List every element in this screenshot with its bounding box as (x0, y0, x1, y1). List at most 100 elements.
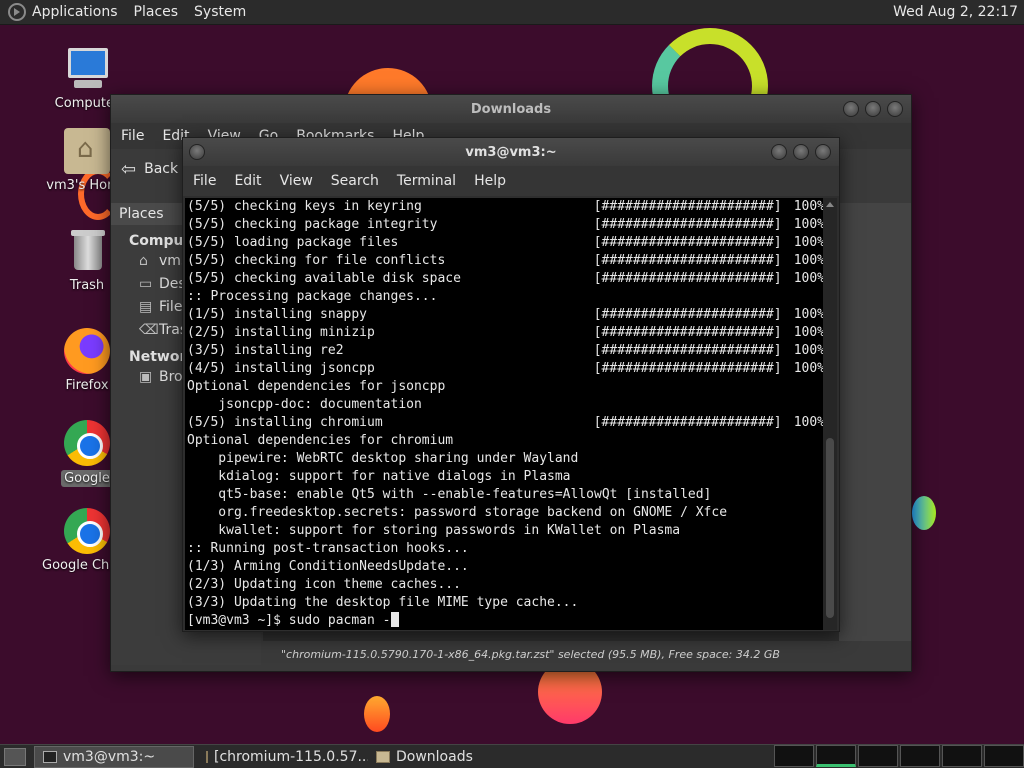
taskbar-item-downloads[interactable]: Downloads (368, 746, 508, 768)
window-title: Downloads (470, 101, 552, 117)
terminal-line-text: (5/5) checking for file conflicts (187, 253, 446, 268)
workspace-3[interactable] (858, 745, 898, 767)
menu-terminal[interactable]: Terminal (397, 173, 456, 189)
workspace-1[interactable] (774, 745, 814, 767)
progress-bar-text: [######################] (593, 325, 782, 340)
progress-bar-text: [######################] (593, 271, 782, 286)
maximize-button[interactable] (793, 144, 809, 160)
terminal-line-text: org.freedesktop.secrets: password storag… (187, 505, 728, 520)
menu-view[interactable]: View (280, 173, 313, 189)
terminal-line: (1/5) installing snappy [################… (187, 306, 825, 324)
workspace-2[interactable] (816, 745, 856, 767)
computer-icon (64, 46, 110, 92)
wallpaper-blue-shape (912, 496, 936, 530)
file-manager-titlebar[interactable]: Downloads (111, 95, 911, 123)
terminal-line-text: kdialog: support for native dialogs in P… (187, 469, 571, 484)
wallpaper-orange-shape-3 (364, 696, 390, 732)
progress-percent: 100% (793, 217, 825, 232)
terminal-line-text: (2/3) Updating icon theme caches... (187, 577, 461, 592)
terminal-line-text: (3/5) installing re2 (187, 343, 344, 358)
terminal-line: (5/5) checking keys in keyring [#########… (187, 198, 825, 216)
minimize-button[interactable] (843, 101, 859, 117)
drive-icon: ▤ (139, 299, 153, 315)
progress-bar-text: [######################] (593, 199, 782, 214)
terminal-line: org.freedesktop.secrets: password storag… (187, 504, 825, 522)
network-icon: ▣ (139, 369, 153, 385)
menu-help[interactable]: Help (474, 173, 506, 189)
terminal-line-text: (5/5) installing chromium (187, 415, 383, 430)
progress-percent: 100% (793, 199, 825, 214)
terminal-line-text: (1/3) Arming ConditionNeedsUpdate... (187, 559, 469, 574)
workspace-switcher (772, 745, 1024, 768)
terminal-line: Optional dependencies for chromium (187, 432, 825, 450)
workspace-6[interactable] (984, 745, 1024, 767)
chrome-icon (64, 508, 110, 554)
terminal-line-text: (2/5) installing minizip (187, 325, 375, 340)
terminal-line: :: Processing package changes... (187, 288, 825, 306)
terminal-line: (2/5) installing minizip [###############… (187, 324, 825, 342)
terminal-scrollbar[interactable] (823, 198, 837, 630)
terminal-line-text: :: Running post-transaction hooks... (187, 541, 469, 556)
terminal-menubar: File Edit View Search Terminal Help (183, 166, 839, 196)
workspace-5[interactable] (942, 745, 982, 767)
terminal-prompt: [vm3@vm3 ~]$ sudo pacman - (187, 613, 391, 628)
progress-bar-text: [######################] (593, 415, 782, 430)
bottom-panel: vm3@vm3:~ [chromium-115.0.57... Download… (0, 744, 1024, 768)
terminal-line: (2/3) Updating icon theme caches... (187, 576, 825, 594)
terminal-line: Optional dependencies for jsoncpp (187, 378, 825, 396)
minimize-button[interactable] (771, 144, 787, 160)
menu-search[interactable]: Search (331, 173, 379, 189)
progress-percent: 100% (793, 307, 825, 322)
terminal-prompt-line[interactable]: [vm3@vm3 ~]$ sudo pacman - (187, 612, 825, 630)
progress-bar-text: [######################] (593, 361, 782, 376)
applications-menu-icon[interactable] (8, 3, 26, 21)
terminal-line: qt5-base: enable Qt5 with --enable-featu… (187, 486, 825, 504)
taskbar-item-label: [chromium-115.0.57... (214, 748, 368, 765)
terminal-line: (5/5) loading package files [############… (187, 234, 825, 252)
progress-percent: 100% (793, 415, 825, 430)
progress-percent: 100% (793, 361, 825, 376)
menu-file[interactable]: File (121, 128, 144, 144)
show-desktop-button[interactable] (4, 747, 26, 766)
terminal-titlebar[interactable]: vm3@vm3:~ (183, 138, 839, 166)
terminal-icon (43, 750, 57, 763)
taskbar-item-label: Downloads (396, 748, 473, 765)
applications-menu[interactable]: Applications (32, 4, 118, 20)
terminal-line: (5/5) installing chromium [##############… (187, 414, 825, 432)
progress-percent: 100% (793, 253, 825, 268)
places-menu[interactable]: Places (134, 4, 179, 20)
terminal-line: (3/3) Updating the desktop file MIME typ… (187, 594, 825, 612)
menu-edit[interactable]: Edit (234, 173, 261, 189)
terminal-line-text: qt5-base: enable Qt5 with --enable-featu… (187, 487, 712, 502)
scroll-up-arrow-icon[interactable] (826, 202, 834, 207)
file-list-column (839, 203, 911, 643)
terminal-line-text: kwallet: support for storing passwords i… (187, 523, 681, 538)
terminal-line: (5/5) checking package integrity [#######… (187, 216, 825, 234)
progress-percent: 100% (793, 343, 825, 358)
close-button[interactable] (815, 144, 831, 160)
taskbar-item-chromium-download[interactable]: [chromium-115.0.57... (198, 746, 368, 768)
menu-file[interactable]: File (193, 173, 216, 189)
back-button[interactable]: Back (144, 161, 178, 177)
terminal-output[interactable]: (5/5) checking keys in keyring [#########… (185, 198, 825, 630)
back-arrow-icon[interactable]: ⇦ (121, 159, 136, 180)
progress-bar-text: [######################] (593, 253, 782, 268)
taskbar-item-terminal[interactable]: vm3@vm3:~ (34, 745, 194, 768)
terminal-line-text: :: Processing package changes... (187, 289, 438, 304)
terminal-line: (1/3) Arming ConditionNeedsUpdate... (187, 558, 825, 576)
system-menu[interactable]: System (194, 4, 246, 20)
panel-clock[interactable]: Wed Aug 2, 22:17 (893, 4, 1018, 20)
maximize-button[interactable] (865, 101, 881, 117)
scrollbar-thumb[interactable] (826, 438, 834, 618)
desktop-icon: ▭ (139, 276, 153, 292)
window-menu-button[interactable] (189, 144, 205, 160)
terminal-line: (4/5) installing jsoncpp [###############… (187, 360, 825, 378)
terminal-line-text: Optional dependencies for jsoncpp (187, 379, 446, 394)
terminal-line-text: (1/5) installing snappy (187, 307, 368, 322)
terminal-line-text: (3/3) Updating the desktop file MIME typ… (187, 595, 579, 610)
terminal-line-text: (4/5) installing jsoncpp (187, 361, 375, 376)
close-button[interactable] (887, 101, 903, 117)
text-cursor (390, 612, 399, 627)
terminal-line-text: (5/5) checking available disk space (187, 271, 461, 286)
workspace-4[interactable] (900, 745, 940, 767)
